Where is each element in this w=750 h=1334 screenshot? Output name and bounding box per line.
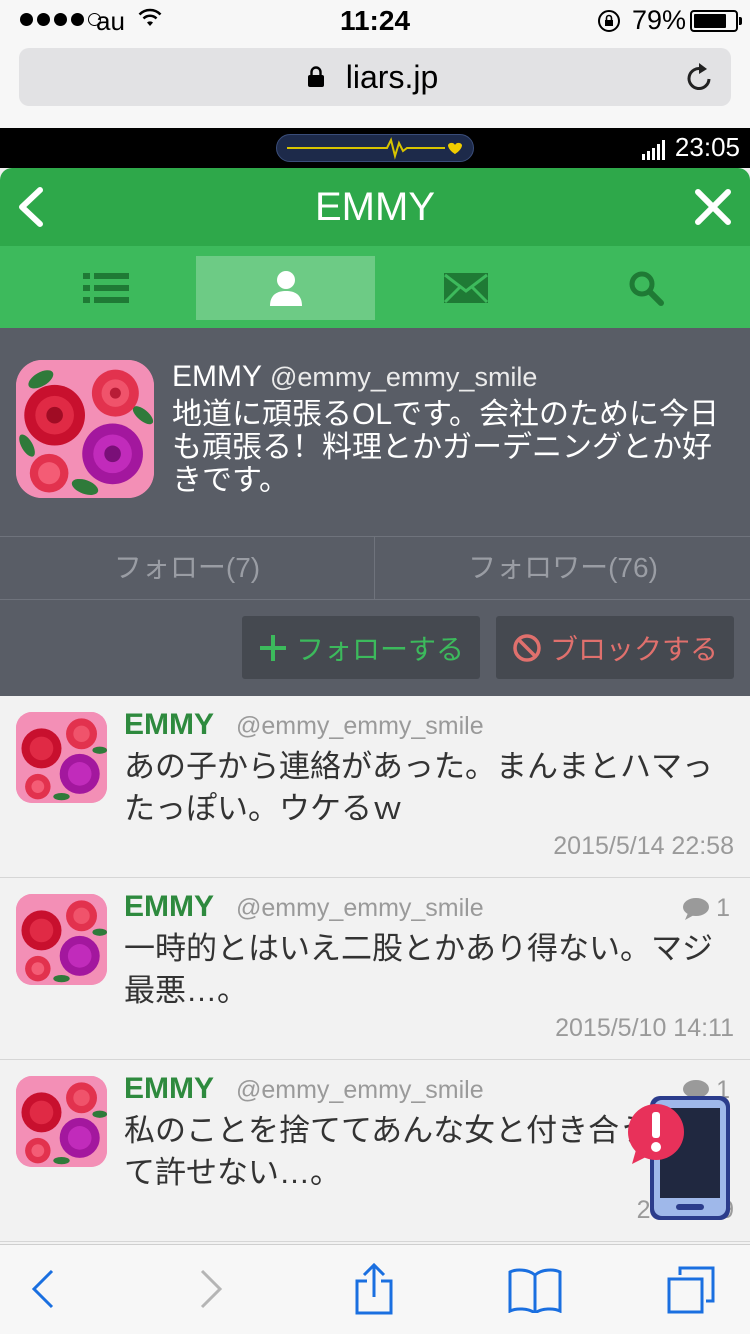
reply-count-value: 1 (716, 894, 730, 922)
rotation-lock-icon (596, 8, 622, 39)
post-author-name: EMMY (124, 708, 214, 741)
rose-avatar-icon (16, 894, 107, 985)
list-item[interactable]: EMMY @emmy_emmy_smile あの子から連絡があった。まんまとハマ… (0, 696, 750, 878)
post-author-name: EMMY (124, 1072, 214, 1105)
rose-avatar-icon (16, 1076, 107, 1167)
tabs-button[interactable] (666, 1265, 716, 1320)
smartphone-alert-icon (628, 1096, 730, 1220)
book-icon (508, 1268, 562, 1315)
post-author-handle: @emmy_emmy_smile (236, 894, 484, 922)
speech-bubble-icon (683, 897, 710, 920)
reply-count[interactable]: 1 (682, 894, 730, 923)
heartbeat-meter (276, 134, 474, 162)
person-icon (269, 271, 302, 306)
game-status-strip: 23:05 (0, 128, 750, 168)
ios-status-bar: au 11:24 79% (0, 0, 750, 42)
avatar[interactable] (16, 894, 107, 985)
tab-bar (0, 246, 750, 328)
app-header: EMMY (0, 168, 750, 246)
avatar[interactable] (16, 1076, 107, 1167)
follow-stats: フォロー(7) フォロワー(76) (0, 536, 750, 600)
plus-icon (259, 634, 286, 661)
post-author-name: EMMY (124, 890, 214, 923)
browser-forward-button[interactable] (198, 1267, 224, 1316)
close-button[interactable] (694, 188, 732, 231)
rose-avatar-icon (16, 712, 107, 803)
tab-messages[interactable] (376, 256, 555, 320)
follow-button-label: フォローする (295, 633, 464, 665)
post-author-handle: @emmy_emmy_smile (236, 712, 484, 740)
browser-chrome: liars.jp (0, 42, 750, 128)
phone-alert-button[interactable] (626, 1092, 738, 1224)
block-button-label: ブロックする (549, 633, 718, 665)
post-text: 一時的とはいえ二股とかあり得ない。マジ最悪…。 (124, 931, 713, 1008)
game-clock: 23:05 (674, 132, 740, 162)
post-author-handle: @emmy_emmy_smile (236, 1076, 484, 1104)
reload-icon[interactable] (685, 61, 715, 98)
bookmarks-button[interactable] (508, 1267, 562, 1318)
tab-timeline[interactable] (16, 256, 195, 320)
profile-name: EMMY (172, 360, 262, 393)
url-text: liars.jp (345, 59, 439, 95)
block-icon (513, 633, 541, 662)
profile-handle: @emmy_emmy_smile (270, 362, 538, 392)
chevron-right-icon (200, 1269, 223, 1309)
following-count[interactable]: フォロー(7) (0, 537, 375, 599)
follow-button[interactable]: フォローする (242, 616, 480, 679)
search-icon (629, 271, 664, 306)
avatar[interactable] (16, 360, 154, 498)
post-timestamp: 2015/5/10 14:11 (555, 1014, 734, 1042)
browser-back-button[interactable] (30, 1267, 56, 1316)
battery-percent: 79% (632, 5, 687, 35)
share-button[interactable] (354, 1262, 394, 1320)
post-timestamp: 2015/5/14 22:58 (553, 832, 734, 860)
browser-toolbar (0, 1244, 750, 1334)
battery-icon (690, 10, 742, 32)
signal-bars-icon (642, 140, 666, 165)
followers-count[interactable]: フォロワー(76) (376, 537, 750, 599)
address-bar[interactable]: liars.jp (19, 48, 731, 106)
tab-profile[interactable] (196, 256, 375, 320)
profile-name-line: EMMY @emmy_emmy_smile (172, 360, 537, 394)
heartbeat-line-icon (287, 137, 462, 160)
avatar[interactable] (16, 712, 107, 803)
list-item[interactable]: EMMY @emmy_emmy_smile 1 一時的とはいえ二股とかあり得ない… (0, 878, 750, 1060)
mail-icon (443, 273, 488, 304)
tab-search[interactable] (556, 256, 735, 320)
close-icon (695, 189, 731, 225)
post-text: あの子から連絡があった。まんまとハマったっぽい。ウケるｗ (124, 749, 713, 826)
profile-bio: 地道に頑張るOLです。会社のために今日も頑張る！料理とかガーデニングとか好きです… (172, 398, 720, 497)
block-button[interactable]: ブロックする (496, 616, 734, 679)
rose-avatar-icon (16, 360, 154, 498)
share-icon (355, 1262, 393, 1315)
profile-card: EMMY @emmy_emmy_smile 地道に頑張るOLです。会社のために今日… (0, 328, 750, 696)
chevron-left-icon (31, 1269, 54, 1309)
tabs-icon (667, 1266, 715, 1314)
list-icon (82, 273, 129, 303)
page-title: EMMY (315, 185, 435, 229)
